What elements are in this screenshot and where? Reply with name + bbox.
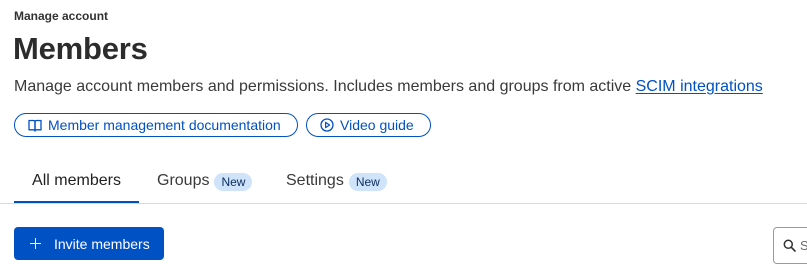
tab-label: All members: [32, 171, 121, 189]
tab-settings[interactable]: Settings New: [286, 160, 387, 202]
tab-label: Settings: [286, 172, 344, 189]
new-badge: New: [348, 173, 387, 191]
book-icon: [28, 119, 42, 132]
invite-members-label: Invite members: [54, 235, 150, 252]
invite-members-button[interactable]: Invite members: [14, 227, 164, 260]
members-tabs: All members Groups New Settings New: [0, 160, 807, 204]
description-text: Manage account members and permissions. …: [14, 78, 636, 95]
tab-label: Groups: [157, 172, 210, 189]
member-docs-button[interactable]: Member management documentation: [14, 113, 298, 137]
search-input[interactable]: S: [773, 227, 807, 264]
video-guide-label: Video guide: [340, 117, 414, 133]
tab-groups[interactable]: Groups New: [157, 160, 253, 202]
plus-icon: [30, 238, 41, 249]
members-page: Manage account Members Manage account me…: [0, 0, 807, 269]
search-icon: [783, 239, 796, 252]
search-placeholder: S: [800, 238, 807, 253]
page-description: Manage account members and permissions. …: [14, 78, 763, 96]
scim-integrations-link[interactable]: SCIM integrations: [636, 78, 763, 95]
new-badge: New: [214, 173, 253, 191]
member-docs-label: Member management documentation: [48, 117, 281, 133]
play-circle-icon: [320, 118, 334, 132]
breadcrumb[interactable]: Manage account: [14, 9, 108, 23]
tab-all-members[interactable]: All members: [14, 160, 139, 203]
page-title: Members: [13, 31, 148, 66]
video-guide-button[interactable]: Video guide: [306, 113, 431, 137]
